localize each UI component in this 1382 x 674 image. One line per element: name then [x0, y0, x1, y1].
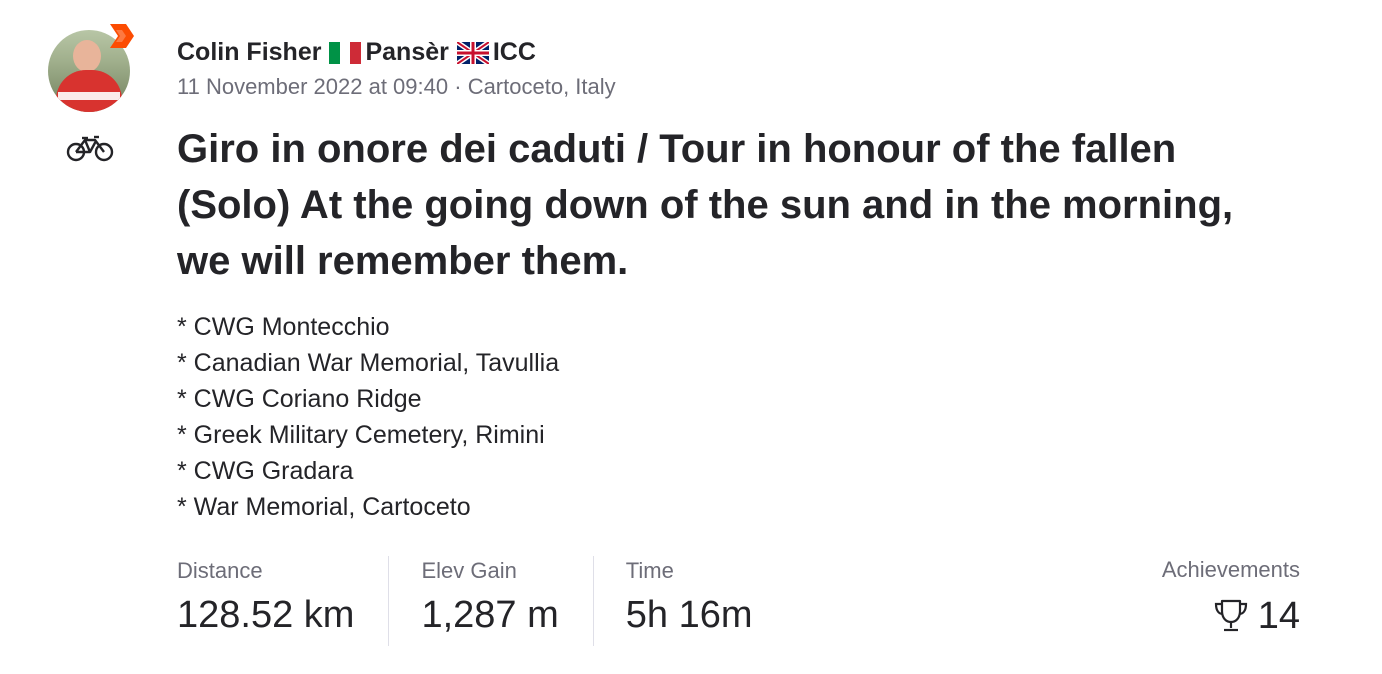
italy-flag-icon — [329, 41, 362, 64]
description-line: * Greek Military Cemetery, Rimini — [177, 421, 545, 449]
description-line: * War Memorial, Cartoceto — [177, 493, 471, 521]
stat-label: Distance — [177, 558, 263, 583]
meta-separator: · — [448, 74, 468, 99]
achievements[interactable]: Achievements 14 — [1162, 556, 1300, 638]
achievements-label: Achievements — [1161, 557, 1300, 582]
description-line: * CWG Gradara — [177, 457, 354, 485]
description-line: * Canadian War Memorial, Tavullia — [177, 349, 560, 377]
activity-date: 11 November 2022 at 09:40 — [177, 74, 449, 99]
athlete-header: Colin Fisher Pansèr ICC — [177, 38, 536, 67]
stat-elevation: Elev Gain 1,287 m — [421, 556, 594, 646]
avatar-shirt-shape — [56, 70, 122, 112]
subscriber-badge-icon — [110, 24, 134, 48]
bicycle-icon — [66, 135, 114, 162]
avatar-shirt-stripe — [58, 92, 120, 100]
achievements-count: 14 — [1257, 595, 1300, 637]
athlete-name-link[interactable]: Colin Fisher — [177, 38, 321, 67]
stat-value: 5h 16m — [625, 594, 753, 636]
description-line: * CWG Montecchio — [177, 313, 390, 341]
activity-location: Cartoceto, Italy — [467, 74, 616, 99]
club-name-italy[interactable]: Pansèr — [365, 38, 448, 67]
athlete-avatar-wrapper[interactable] — [48, 24, 134, 112]
activity-title[interactable]: Giro in onore dei caduti / Tour in honou… — [177, 121, 1277, 289]
stat-label: Elev Gain — [421, 558, 517, 583]
club-name-uk[interactable]: ICC — [493, 38, 536, 67]
trophy-icon — [1214, 599, 1247, 632]
stat-value: 1,287 m — [421, 594, 559, 636]
stat-label: Time — [625, 558, 674, 583]
activity-meta: 11 November 2022 at 09:40 · Cartoceto, I… — [177, 74, 616, 100]
activity-stats: Distance 128.52 km Elev Gain 1,287 m Tim… — [177, 556, 819, 646]
stat-distance: Distance 128.52 km — [177, 556, 390, 646]
activity-description: * CWG Montecchio * Canadian War Memorial… — [177, 309, 559, 525]
uk-flag-icon — [456, 41, 489, 64]
achievements-row: 14 — [1162, 594, 1300, 638]
stat-value: 128.52 km — [177, 594, 355, 636]
stat-time: Time 5h 16m — [626, 556, 787, 646]
description-line: * CWG Coriano Ridge — [177, 385, 422, 413]
avatar-head-shape — [73, 40, 101, 72]
